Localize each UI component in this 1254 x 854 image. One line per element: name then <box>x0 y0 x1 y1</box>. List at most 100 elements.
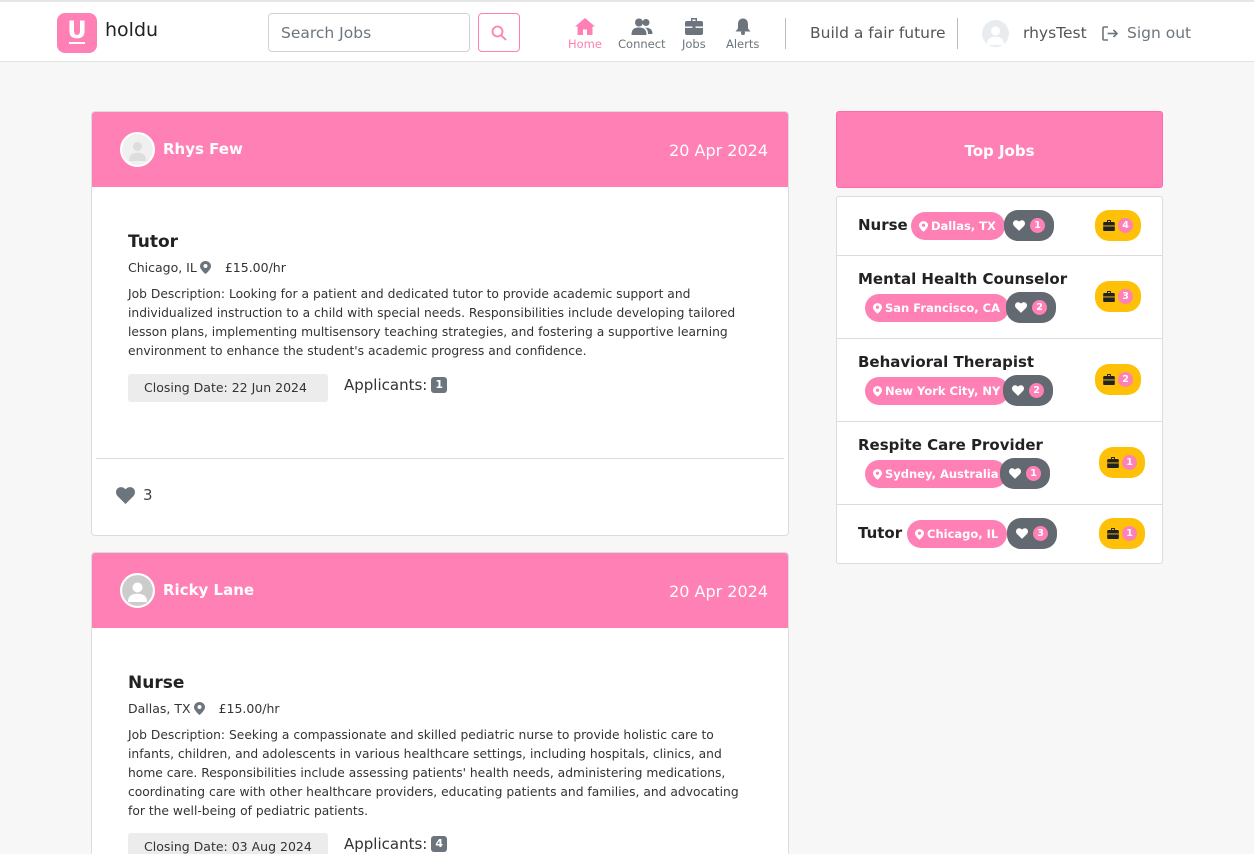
top-job-title[interactable]: Nurse <box>858 216 908 234</box>
job-title[interactable]: Nurse <box>128 673 184 693</box>
top-job-item[interactable]: Behavioral Therapist New York City, NY 2… <box>837 339 1162 422</box>
search-button[interactable] <box>478 13 520 52</box>
applicants-label: Applicants: <box>344 835 428 853</box>
job-rate: £15.00/hr <box>224 260 286 275</box>
author-avatar[interactable] <box>120 132 155 167</box>
top-job-title[interactable]: Behavioral Therapist <box>858 353 1034 371</box>
author-avatar[interactable] <box>120 573 155 608</box>
job-rate: £15.00/hr <box>218 701 280 716</box>
top-job-title[interactable]: Tutor <box>858 524 902 542</box>
job-post-card: Ricky Lane 20 Apr 2024 Nurse Dallas, TX … <box>91 552 789 854</box>
nav-alerts[interactable]: Alerts <box>726 18 759 51</box>
map-pin-icon <box>873 385 882 397</box>
top-job-likes-badge[interactable]: 1 <box>1000 458 1050 489</box>
top-job-location: Dallas, TX <box>931 219 996 233</box>
briefcase-icon <box>1103 291 1115 302</box>
job-title[interactable]: Tutor <box>128 232 178 252</box>
like-count: 3 <box>143 486 153 504</box>
user-avatar[interactable] <box>982 20 1009 47</box>
applicants-count-badge: 4 <box>431 836 447 852</box>
top-job-applicants-badge: 1 <box>1099 518 1145 549</box>
briefcase-icon <box>1103 220 1115 231</box>
top-job-applicants-count: 1 <box>1122 455 1137 470</box>
top-job-item[interactable]: Nurse Dallas, TX 1 4 <box>837 197 1162 256</box>
top-job-item[interactable]: Respite Care Provider Sydney, Australia … <box>837 422 1162 505</box>
post-divider <box>96 458 784 459</box>
top-job-likes-badge[interactable]: 3 <box>1007 518 1057 549</box>
map-pin-icon <box>199 261 211 274</box>
top-job-item[interactable]: Tutor Chicago, IL 3 1 <box>837 505 1162 563</box>
like-button[interactable]: 3 <box>116 486 153 504</box>
top-job-location-badge: Chicago, IL <box>907 520 1008 548</box>
top-job-location: Sydney, Australia <box>885 467 999 481</box>
top-job-title[interactable]: Respite Care Provider <box>858 436 1043 454</box>
heart-icon <box>1013 220 1025 231</box>
search-icon <box>491 25 507 40</box>
heart-icon <box>116 486 135 504</box>
applicants-count-badge: 1 <box>431 377 447 393</box>
applicants[interactable]: Applicants: 4 <box>344 835 447 853</box>
briefcase-icon <box>1107 528 1119 539</box>
search-input[interactable] <box>268 13 470 52</box>
post-author[interactable]: Ricky Lane <box>163 581 254 599</box>
username[interactable]: rhysTest <box>1023 24 1087 42</box>
users-icon <box>631 18 653 35</box>
post-header: Ricky Lane 20 Apr 2024 <box>92 553 788 628</box>
top-job-location: New York City, NY <box>885 384 1001 398</box>
nav-home[interactable]: Home <box>568 18 602 51</box>
home-icon <box>574 18 595 35</box>
top-job-applicants-count: 2 <box>1118 372 1133 387</box>
top-job-applicants-count: 4 <box>1118 218 1133 233</box>
post-date: 20 Apr 2024 <box>669 141 768 160</box>
post-author[interactable]: Rhys Few <box>163 140 243 158</box>
heart-icon <box>1012 385 1024 396</box>
logo-icon[interactable]: U <box>57 13 97 53</box>
nav-alerts-label: Alerts <box>726 37 760 51</box>
top-job-location-badge: San Francisco, CA <box>865 294 1010 322</box>
nav-divider <box>957 18 958 49</box>
map-pin-icon <box>919 220 928 232</box>
top-job-title[interactable]: Mental Health Counselor <box>858 270 1067 288</box>
top-job-likes-count: 3 <box>1033 526 1048 541</box>
tagline[interactable]: Build a fair future <box>810 24 946 42</box>
briefcase-icon <box>1103 374 1115 385</box>
job-location: Chicago, IL <box>128 260 197 275</box>
top-job-likes-badge[interactable]: 1 <box>1004 210 1054 241</box>
top-job-location-badge: Dallas, TX <box>911 212 1005 240</box>
nav-divider <box>785 18 786 49</box>
sign-out-button[interactable]: Sign out <box>1102 24 1191 42</box>
post-header: Rhys Few 20 Apr 2024 <box>92 112 788 187</box>
nav-connect[interactable]: Connect <box>618 18 666 51</box>
top-job-likes-badge[interactable]: 2 <box>1006 292 1056 323</box>
top-job-applicants-count: 3 <box>1118 289 1133 304</box>
top-job-likes-count: 1 <box>1030 218 1045 233</box>
job-description: Job Description: Seeking a compassionate… <box>128 728 739 818</box>
nav-jobs[interactable]: Jobs <box>682 18 706 51</box>
top-job-item[interactable]: Mental Health Counselor San Francisco, C… <box>837 256 1162 339</box>
applicants-label: Applicants: <box>344 376 428 394</box>
briefcase-icon <box>684 18 703 35</box>
top-job-likes-count: 1 <box>1026 466 1041 481</box>
map-pin-icon <box>873 302 882 314</box>
top-jobs-header: Top Jobs <box>836 111 1163 188</box>
map-pin-icon <box>873 468 882 480</box>
post-date: 20 Apr 2024 <box>669 582 768 601</box>
nav-home-label: Home <box>568 37 602 51</box>
brand-name[interactable]: holdu <box>105 19 158 41</box>
sign-out-label: Sign out <box>1127 24 1192 42</box>
top-job-location: Chicago, IL <box>927 527 999 541</box>
avatar-placeholder-icon <box>122 575 153 606</box>
top-job-applicants-badge: 3 <box>1095 281 1141 312</box>
top-job-applicants-badge: 2 <box>1095 364 1141 395</box>
applicants[interactable]: Applicants: 1 <box>344 376 447 394</box>
job-location: Dallas, TX <box>128 701 191 716</box>
closing-date: Closing Date: 22 Jun 2024 <box>128 374 328 402</box>
map-pin-icon <box>915 528 924 540</box>
nav-jobs-label: Jobs <box>682 37 706 51</box>
job-meta: Chicago, IL £15.00/hr <box>128 260 286 275</box>
top-job-applicants-badge: 4 <box>1095 210 1141 241</box>
top-job-likes-badge[interactable]: 2 <box>1003 375 1053 406</box>
nav-connect-label: Connect <box>618 37 666 51</box>
map-pin-icon <box>193 702 205 715</box>
top-job-location-badge: Sydney, Australia <box>865 460 1008 488</box>
